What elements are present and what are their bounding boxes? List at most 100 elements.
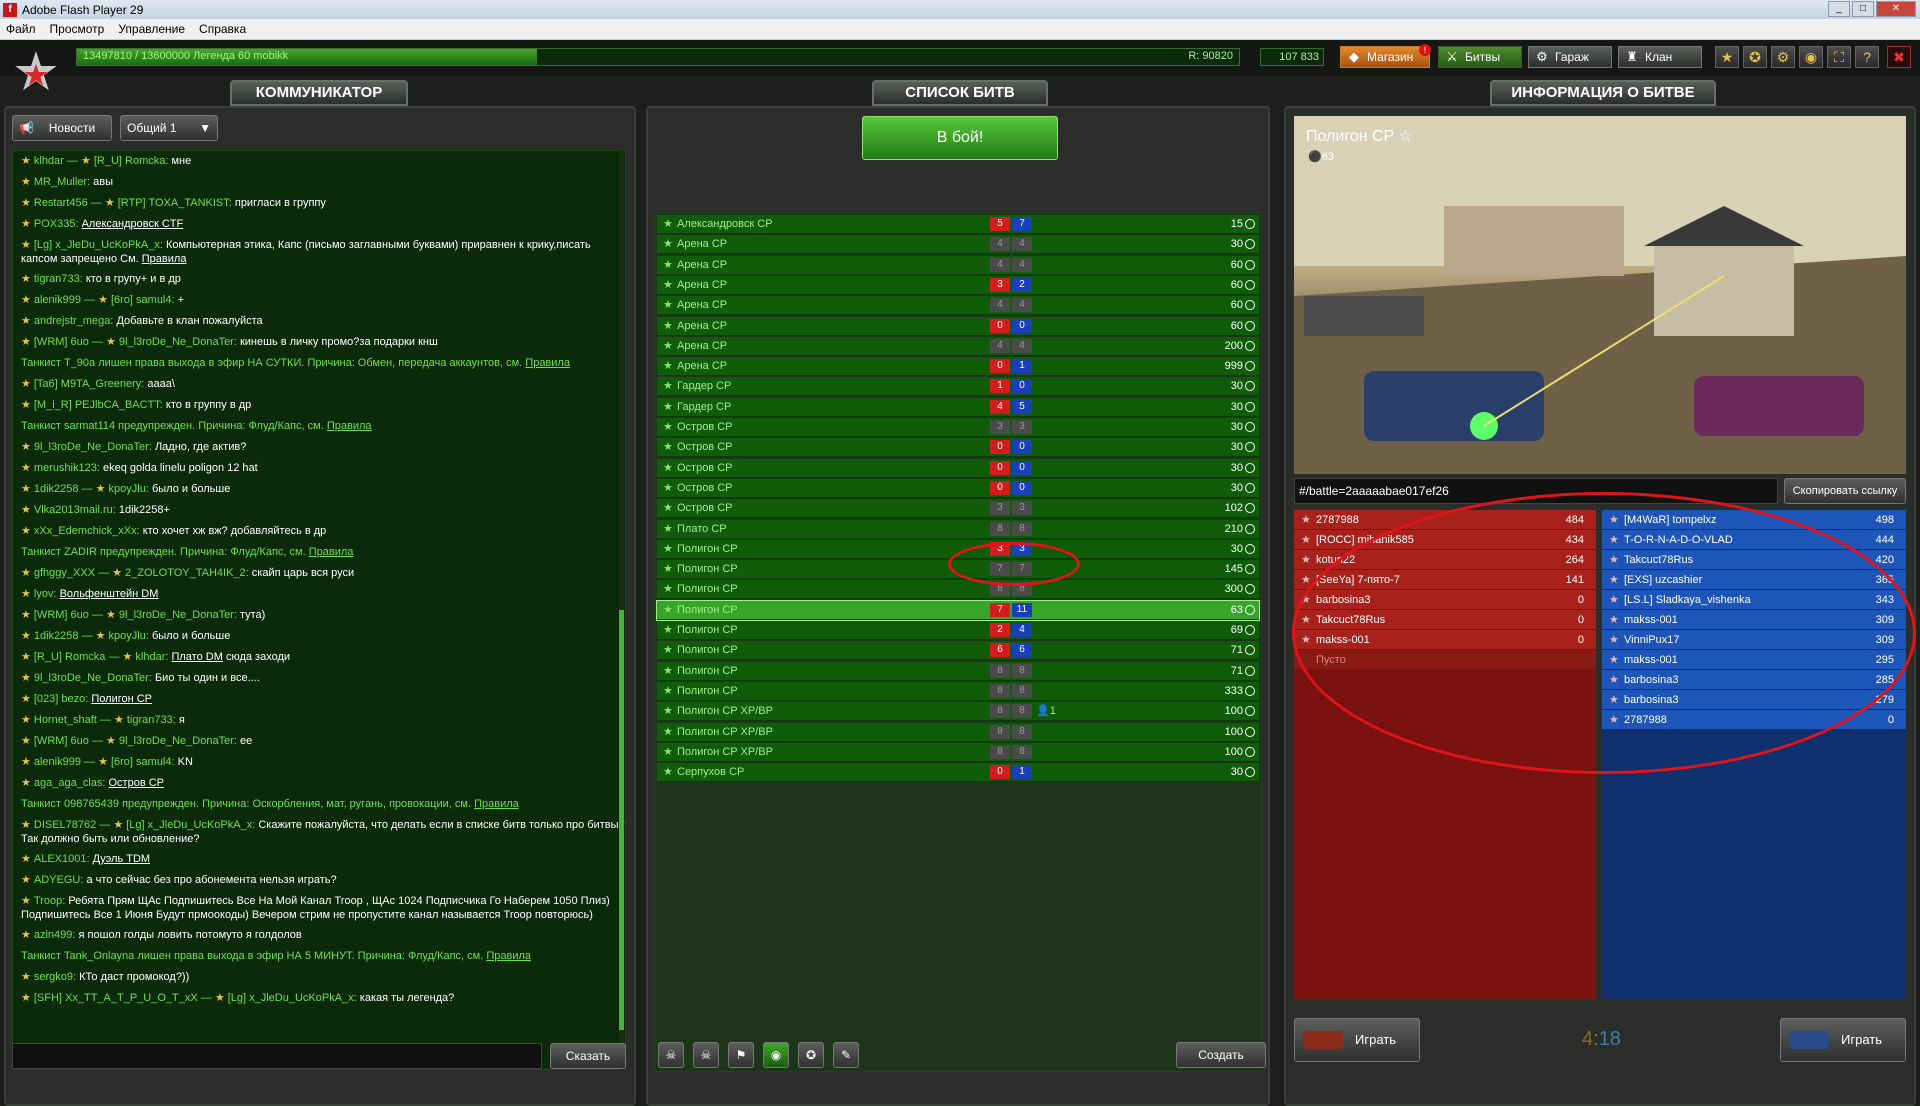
- play-red-button[interactable]: Играть: [1294, 1018, 1420, 1062]
- battle-row[interactable]: ★ Остров CP 0 0 30: [657, 438, 1259, 458]
- rules-link[interactable]: Правила: [525, 357, 570, 369]
- chat-user[interactable]: 9l_l3roDe_Ne_DonaTer:: [34, 441, 152, 453]
- fight-button[interactable]: В бой!: [862, 116, 1058, 160]
- chat-user[interactable]: ALEX1001:: [34, 853, 90, 865]
- chat-user[interactable]: MR_Muller:: [34, 176, 90, 188]
- chat-user[interactable]: andrejstr_mega:: [34, 315, 114, 327]
- chat-user[interactable]: [M_i_R] PEJlbCA_BACTT:: [34, 399, 163, 411]
- chat-user[interactable]: merushik123:: [34, 462, 100, 474]
- help-icon[interactable]: ?: [1855, 46, 1879, 68]
- rules-link[interactable]: Правила: [142, 253, 187, 265]
- chat-user[interactable]: [Lg] x_JleDu_UcKoPkA_x:: [34, 239, 163, 251]
- chat-user[interactable]: [R_U] Romcka —: [34, 651, 120, 663]
- chat-user[interactable]: 1dik2258 —: [34, 483, 93, 495]
- battle-row[interactable]: ★ Остров CP 0 0 30: [657, 478, 1259, 498]
- rules-link[interactable]: Правила: [309, 546, 354, 558]
- battle-link[interactable]: Вольфенштейн DM: [60, 588, 159, 600]
- battle-row[interactable]: ★ Арена CP 4 4 60: [657, 255, 1259, 275]
- chat-user[interactable]: [WRM] 6uo —: [34, 609, 103, 621]
- exit-icon[interactable]: ✖: [1887, 46, 1911, 68]
- close-window-icon[interactable]: ✕: [1876, 1, 1916, 17]
- chat-recipient[interactable]: [R_U] Romcka:: [94, 155, 169, 167]
- channel-select[interactable]: Общий 1 ▼: [120, 115, 218, 141]
- chat-recipient[interactable]: 2_ZOLOTOY_TAH4IK_2:: [125, 567, 249, 579]
- battle-row[interactable]: ★ Полигон CP XP/BP 8 8 100: [657, 742, 1259, 762]
- tab-battle-info[interactable]: ИНФОРМАЦИЯ О БИТВЕ: [1490, 80, 1716, 106]
- chat-recipient[interactable]: [6ro] samul4:: [111, 294, 175, 306]
- battle-row[interactable]: ★ Серпухов CP 0 1 30: [657, 763, 1259, 783]
- battles-button[interactable]: ⚔ Битвы: [1438, 46, 1522, 68]
- chat-recipient[interactable]: kpoyJlu:: [109, 630, 149, 642]
- chat-user[interactable]: Vlka2013mail.ru:: [34, 504, 116, 516]
- chat-recipient[interactable]: kpoyJlu:: [109, 483, 149, 495]
- battle-row[interactable]: ★ Арена CP 0 1 999: [657, 357, 1259, 377]
- battle-link[interactable]: Александровск CTF: [82, 218, 184, 230]
- shop-button[interactable]: ◆ Магазин: [1340, 46, 1430, 68]
- battle-row[interactable]: ★ Арена CP 3 2 60: [657, 275, 1259, 295]
- battle-row[interactable]: ★ Арена CP 4 4 60: [657, 296, 1259, 316]
- rules-link[interactable]: Правила: [474, 798, 519, 810]
- battle-row[interactable]: ★ Остров CP 3 3 102: [657, 499, 1259, 519]
- chat-recipient[interactable]: [6ro] samul4:: [111, 756, 175, 768]
- battle-row[interactable]: ★ Полигон CP 2 4 69: [657, 621, 1259, 640]
- battle-row[interactable]: ★ Гардер CP 4 5 30: [657, 397, 1259, 417]
- chat-user[interactable]: klhdar —: [34, 155, 78, 167]
- battle-row[interactable]: ★ Полигон CP 8 8 71: [657, 661, 1259, 681]
- chat-recipient[interactable]: [Lg] x_JleDu_UcKoPkA_x:: [126, 819, 255, 831]
- chat-user[interactable]: POX335:: [34, 218, 79, 230]
- chat-user[interactable]: alenik999 —: [34, 294, 95, 306]
- battle-link[interactable]: Дуэль TDM: [93, 853, 150, 865]
- clan-button[interactable]: ♜ Клан: [1618, 46, 1702, 68]
- battle-row[interactable]: ★ Полигон CP XP/BP 8 8 👤1 100: [657, 702, 1259, 722]
- battle-row[interactable]: ★ Остров CP 0 0 30: [657, 458, 1259, 478]
- chat-input[interactable]: [12, 1043, 542, 1069]
- filter-as-icon[interactable]: ✪: [798, 1042, 824, 1068]
- battle-link[interactable]: Полигон CP: [91, 693, 152, 705]
- chat-user[interactable]: aga_aga_clas:: [34, 777, 106, 789]
- chat-recipient[interactable]: tigran733:: [127, 714, 176, 726]
- create-button[interactable]: Создать: [1176, 1042, 1266, 1068]
- chat-user[interactable]: tigran733:: [34, 273, 83, 285]
- battle-row[interactable]: ★ Гардер CP 1 0 30: [657, 377, 1259, 397]
- play-blue-button[interactable]: Играть: [1780, 1018, 1906, 1062]
- chat-user[interactable]: [023] bezo:: [34, 693, 88, 705]
- chat-user[interactable]: Hornet_shaft —: [34, 714, 111, 726]
- tab-battle-list[interactable]: СПИСОК БИТВ: [872, 80, 1048, 106]
- chat-recipient[interactable]: 9l_l3roDe_Ne_DonaTer:: [119, 609, 237, 621]
- fullscreen-icon[interactable]: ⛶: [1827, 46, 1851, 68]
- chat-user[interactable]: [WRM] 6uo —: [34, 735, 103, 747]
- chat-user[interactable]: ADYEGU:: [34, 874, 84, 886]
- chat-scroll-thumb[interactable]: [619, 610, 624, 1030]
- chat-user[interactable]: alenik999 —: [34, 756, 95, 768]
- filter-rugby-icon[interactable]: ✎: [833, 1042, 859, 1068]
- filter-ctf-icon[interactable]: ⚑: [728, 1042, 754, 1068]
- battle-row[interactable]: ★ Александровск CP 5 7 15: [657, 215, 1259, 234]
- chat-recipient[interactable]: klhdar:: [135, 651, 168, 663]
- chat-user[interactable]: [SFH] Xx_TT_A_T_P_U_O_T_xX —: [34, 992, 212, 1004]
- battle-row[interactable]: ★ Плато CP 8 8 210: [657, 519, 1259, 539]
- settings-icon[interactable]: ⚙: [1771, 46, 1795, 68]
- menu-control[interactable]: Управление: [118, 22, 185, 36]
- rules-link[interactable]: Правила: [486, 950, 531, 962]
- rules-link[interactable]: Правила: [327, 420, 372, 432]
- chat-recipient[interactable]: 9l_l3roDe_Ne_DonaTer:: [119, 336, 237, 348]
- filter-cp-icon[interactable]: ◉: [763, 1042, 789, 1068]
- medal-icon[interactable]: ✪: [1743, 46, 1767, 68]
- battle-row[interactable]: ★ Полигон CP 7 11 63: [656, 599, 1260, 621]
- news-button[interactable]: 📢 Новости: [12, 115, 112, 141]
- chat-scrollbar[interactable]: [619, 150, 624, 1070]
- battle-row[interactable]: ★ Арена CP 0 0 60: [657, 316, 1259, 336]
- menu-view[interactable]: Просмотр: [50, 22, 105, 36]
- favorite-star-icon[interactable]: ☆: [1398, 128, 1412, 145]
- chat-user[interactable]: [WRM] 6uo —: [34, 336, 103, 348]
- chat-user[interactable]: gfhggy_XXX —: [34, 567, 109, 579]
- battle-row[interactable]: ★ Остров CP 3 3 30: [657, 418, 1259, 437]
- chat-user[interactable]: 1dik2258 —: [34, 630, 93, 642]
- battle-row[interactable]: ★ Арена CP 4 4 30: [657, 235, 1259, 255]
- chat-user[interactable]: sergko9:: [34, 971, 76, 983]
- menu-help[interactable]: Справка: [199, 22, 246, 36]
- copy-link-button[interactable]: Скопировать ссылку: [1784, 478, 1906, 504]
- say-button[interactable]: Сказать: [550, 1043, 626, 1069]
- chat-recipient[interactable]: [RTP] TOXA_TANKIST:: [118, 197, 232, 209]
- chat-user[interactable]: 9l_l3roDe_Ne_DonaTer:: [34, 672, 152, 684]
